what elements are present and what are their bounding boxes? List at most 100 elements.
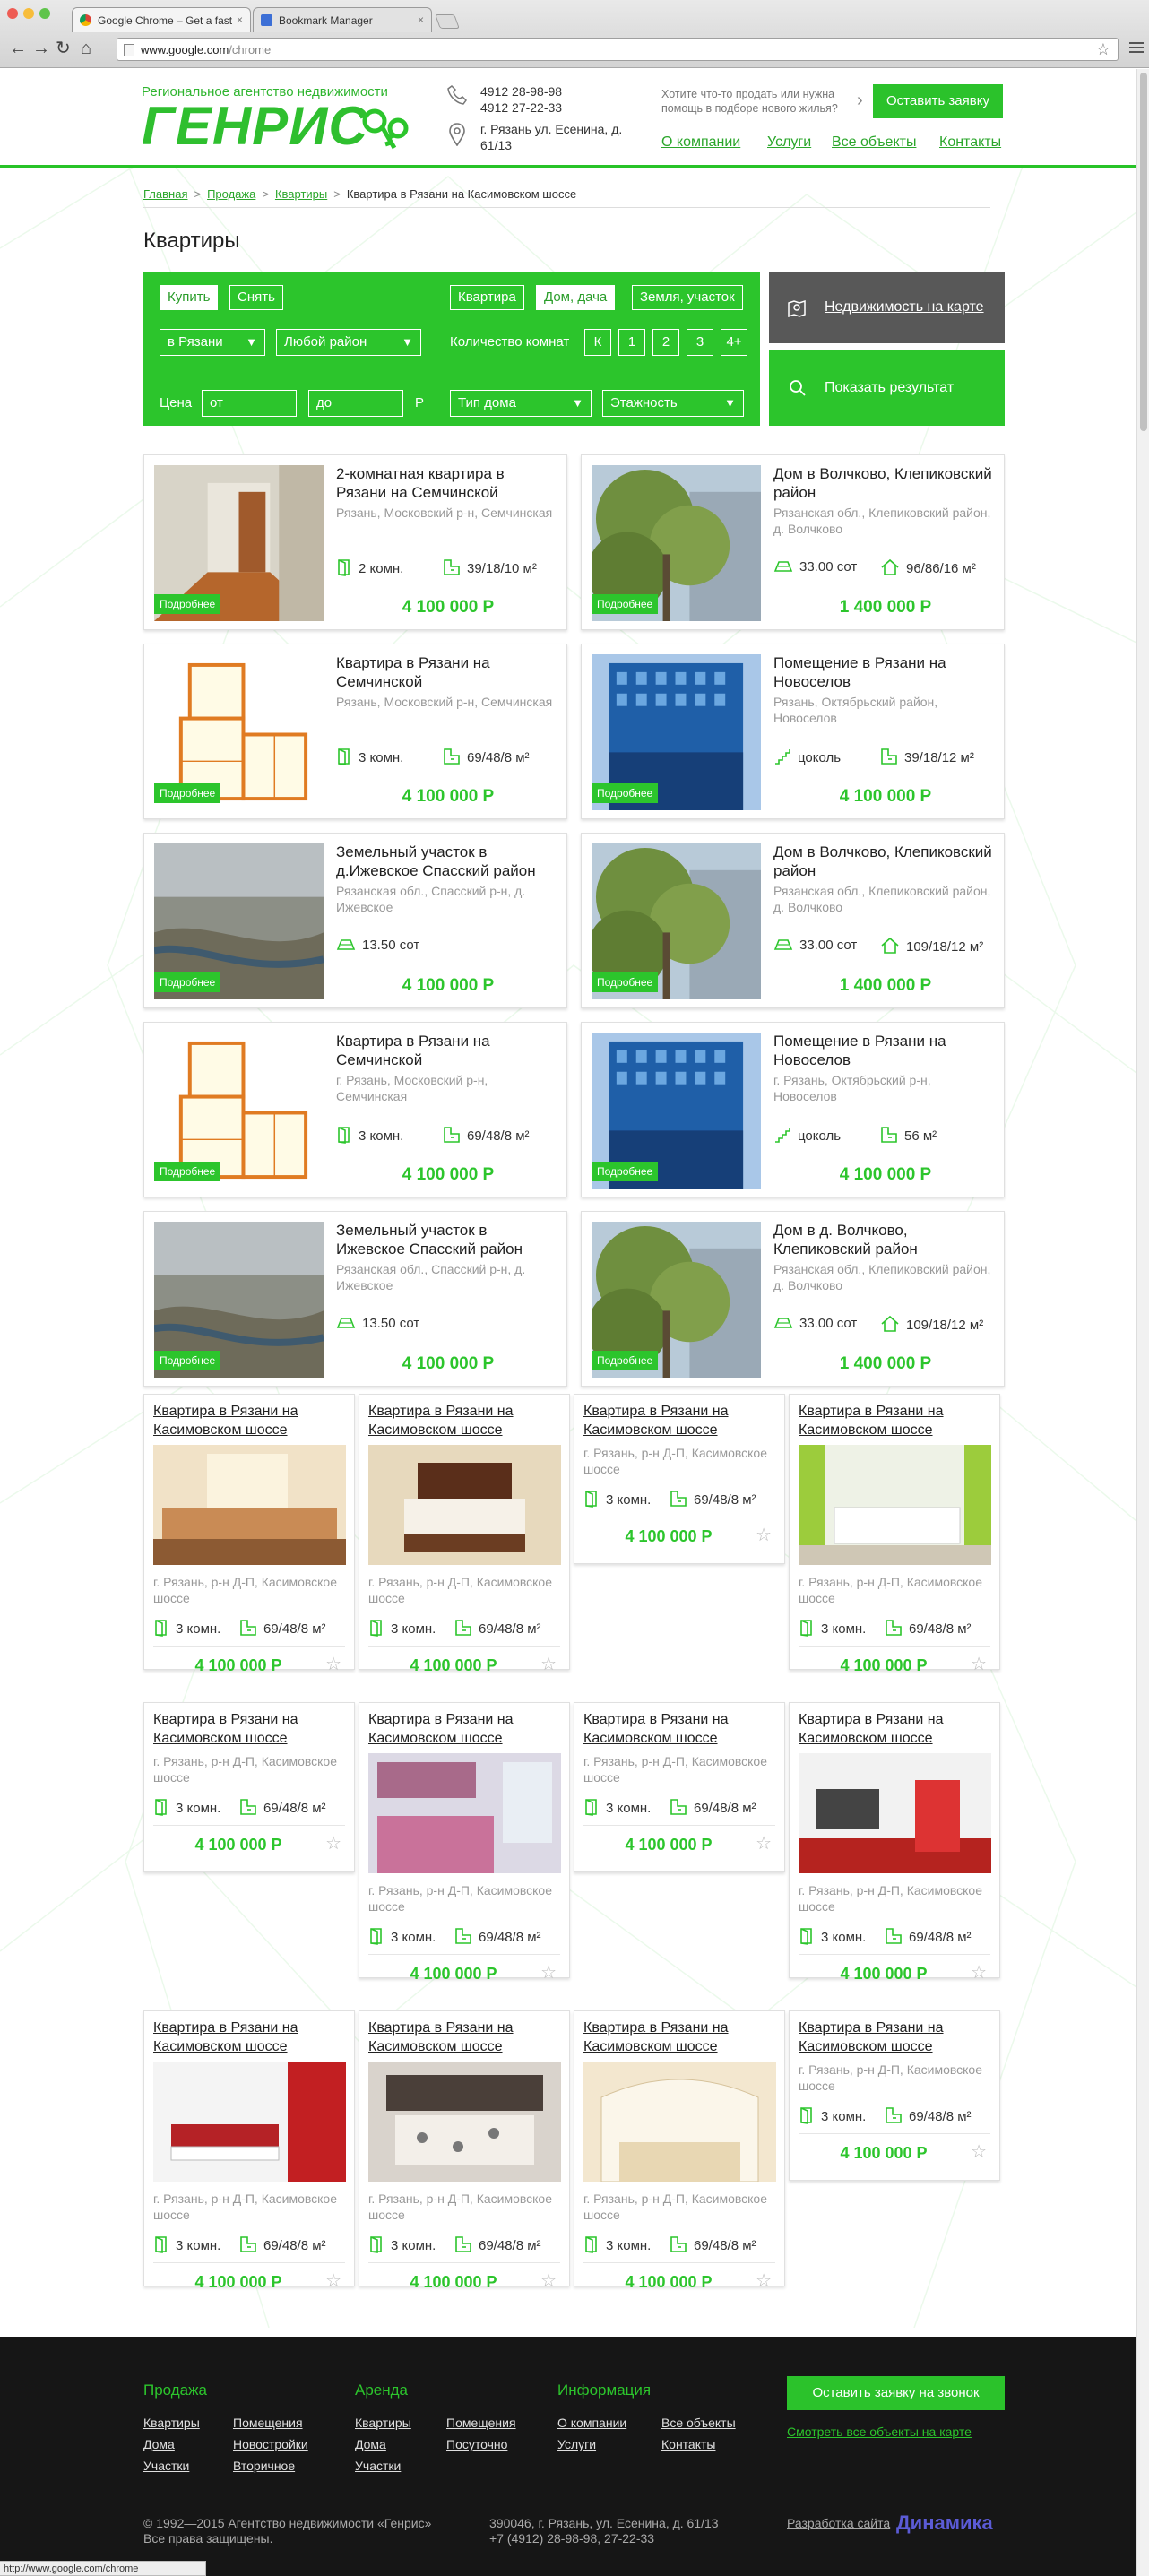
map-button[interactable]: Недвижимость на карте — [769, 272, 1005, 343]
maximize-window-icon[interactable] — [39, 8, 50, 19]
callback-request-button[interactable]: Оставить заявку на звонок — [787, 2376, 1005, 2410]
floors-select[interactable]: Этажность ▼ — [602, 390, 744, 417]
favorite-star-icon[interactable]: ☆ — [756, 1524, 772, 1546]
nav-all-objects[interactable]: Все объекты — [832, 134, 916, 151]
nav-about[interactable]: О компании — [661, 134, 740, 151]
rooms-studio-button[interactable]: К — [584, 329, 611, 356]
home-icon[interactable]: ⌂ — [81, 39, 91, 57]
listing-title[interactable]: Дом в д. Волчково, Клепиковский район — [773, 1221, 993, 1258]
favorite-star-icon[interactable]: ☆ — [325, 2269, 341, 2292]
listing-card[interactable]: Подробнее Квартира в Рязани на Семчинской… — [143, 1022, 567, 1197]
rooms-4plus-button[interactable]: 4+ — [721, 329, 747, 356]
favorite-star-icon[interactable]: ☆ — [971, 1653, 987, 1675]
breadcrumb-home[interactable]: Главная — [143, 187, 187, 201]
listing-title[interactable]: Помещение в Рязани на Новоселов — [773, 653, 993, 691]
listing-card[interactable]: Подробнее Дом в д. Волчково, Клепиковский… — [581, 1211, 1005, 1387]
listing-tile[interactable]: Квартира в Рязани на Касимовском шоссе г.… — [789, 1702, 1000, 1983]
listing-title[interactable]: Квартира в Рязани на Семчинской — [336, 653, 556, 691]
listing-card[interactable]: Подробнее Квартира в Рязани на Семчинской… — [143, 644, 567, 819]
listing-photo[interactable]: Подробнее — [154, 465, 324, 621]
listing-title[interactable]: Земельный участок в д.Ижевское Спасский … — [336, 843, 556, 880]
favorite-star-icon[interactable]: ☆ — [971, 1961, 987, 1984]
back-arrow-icon[interactable]: ← — [9, 39, 27, 57]
developer-link[interactable]: Разработка сайта — [787, 2516, 890, 2530]
favorite-star-icon[interactable]: ☆ — [756, 2269, 772, 2292]
listing-photo[interactable]: Подробнее — [592, 465, 761, 621]
type-house-toggle[interactable]: Дом, дача — [536, 285, 616, 310]
favorite-star-icon[interactable]: ☆ — [971, 2140, 987, 2163]
listing-title[interactable]: Дом в Волчково, Клепиковский район — [773, 843, 993, 880]
rooms-2-button[interactable]: 2 — [652, 329, 679, 356]
listing-card[interactable]: Подробнее Помещение в Рязани на Новоселов… — [581, 644, 1005, 819]
tab-google-chrome[interactable]: Google Chrome – Get a fast × — [72, 7, 251, 32]
tile-title[interactable]: Квартира в Рязани на Касимовском шоссе — [368, 1402, 566, 1439]
listing-photo[interactable]: Подробнее — [154, 654, 324, 810]
tile-photo[interactable] — [368, 2062, 561, 2182]
listing-title[interactable]: Квартира в Рязани на Семчинской — [336, 1032, 556, 1069]
more-button[interactable]: Подробнее — [592, 783, 659, 803]
footer-link-flats[interactable]: Квартиры — [143, 2416, 200, 2430]
address-bar[interactable]: www.google.com/chrome ☆ — [117, 38, 1119, 61]
more-button[interactable]: Подробнее — [592, 1351, 659, 1370]
footer-link-services[interactable]: Услуги — [557, 2437, 596, 2451]
more-button[interactable]: Подробнее — [592, 972, 659, 992]
breadcrumb-sale[interactable]: Продажа — [207, 187, 255, 201]
new-tab-button[interactable] — [435, 14, 460, 29]
rooms-1-button[interactable]: 1 — [618, 329, 645, 356]
type-land-toggle[interactable]: Земля, участок — [632, 285, 743, 310]
tile-photo[interactable] — [153, 2062, 346, 2182]
footer-link-houses[interactable]: Дома — [143, 2437, 175, 2451]
footer-link-daily[interactable]: Посуточно — [446, 2437, 507, 2451]
footer-link-new-buildings[interactable]: Новостройки — [233, 2437, 308, 2451]
developer-logo[interactable]: Динамика — [896, 2511, 993, 2535]
scrollbar-thumb[interactable] — [1140, 73, 1147, 431]
more-button[interactable]: Подробнее — [154, 1351, 221, 1370]
listing-card[interactable]: Подробнее Дом в Волчково, Клепиковский ра… — [581, 454, 1005, 630]
favorite-star-icon[interactable]: ☆ — [325, 1653, 341, 1675]
more-button[interactable]: Подробнее — [154, 594, 221, 614]
tile-title[interactable]: Квартира в Рязани на Касимовском шоссе — [153, 2018, 350, 2056]
nav-services[interactable]: Услуги — [767, 134, 811, 151]
listing-photo[interactable]: Подробнее — [154, 1222, 324, 1378]
bookmark-star-icon[interactable]: ☆ — [1096, 40, 1110, 59]
footer-link-rent-plots[interactable]: Участки — [355, 2459, 401, 2473]
listing-photo[interactable]: Подробнее — [154, 843, 324, 999]
tile-photo[interactable] — [368, 1445, 561, 1565]
close-tab-icon[interactable]: × — [418, 13, 424, 26]
more-button[interactable]: Подробнее — [154, 1162, 221, 1181]
close-tab-icon[interactable]: × — [237, 13, 243, 26]
favorite-star-icon[interactable]: ☆ — [540, 1961, 557, 1984]
listing-photo[interactable]: Подробнее — [592, 843, 761, 999]
tile-title[interactable]: Квартира в Рязани на Касимовском шоссе — [799, 2018, 996, 2056]
footer-link-secondary[interactable]: Вторичное — [233, 2459, 295, 2473]
buy-toggle[interactable]: Купить — [160, 285, 219, 310]
tile-title[interactable]: Квартира в Рязани на Касимовском шоссе — [368, 2018, 566, 2056]
listing-tile[interactable]: Квартира в Рязани на Касимовском шоссе г.… — [143, 1702, 355, 1872]
listing-photo[interactable]: Подробнее — [592, 1222, 761, 1378]
more-button[interactable]: Подробнее — [592, 1162, 659, 1181]
tile-title[interactable]: Квартира в Рязани на Касимовском шоссе — [153, 1402, 350, 1439]
chrome-menu-icon[interactable] — [1129, 39, 1144, 54]
listing-tile[interactable]: Квартира в Рязани на Касимовском шоссе г.… — [359, 1394, 570, 1674]
listing-tile[interactable]: Квартира в Рязани на Касимовском шоссе г.… — [143, 2010, 355, 2291]
rent-toggle[interactable]: Снять — [229, 285, 283, 310]
footer-link-rent-houses[interactable]: Дома — [355, 2437, 386, 2451]
favorite-star-icon[interactable]: ☆ — [540, 1653, 557, 1675]
rooms-3-button[interactable]: 3 — [687, 329, 713, 356]
tile-title[interactable]: Квартира в Рязани на Касимовском шоссе — [153, 1710, 350, 1748]
price-from-input[interactable]: от — [202, 390, 297, 417]
listing-tile[interactable]: Квартира в Рязани на Касимовском шоссе г.… — [359, 2010, 570, 2291]
listing-title[interactable]: Дом в Волчково, Клепиковский район — [773, 464, 993, 502]
leave-request-button[interactable]: Оставить заявку — [873, 84, 1003, 118]
reload-icon[interactable]: ↻ — [56, 39, 71, 57]
price-to-input[interactable]: до — [308, 390, 403, 417]
listing-card[interactable]: Подробнее Земельный участок в Ижевское Сп… — [143, 1211, 567, 1387]
tile-photo[interactable] — [368, 1753, 561, 1873]
footer-link-contacts[interactable]: Контакты — [661, 2437, 715, 2451]
close-window-icon[interactable] — [7, 8, 18, 19]
phone-2[interactable]: 4912 27-22-33 — [480, 99, 562, 116]
listing-tile[interactable]: Квартира в Рязани на Касимовском шоссе г.… — [789, 2010, 1000, 2181]
favorite-star-icon[interactable]: ☆ — [540, 2269, 557, 2292]
listing-title[interactable]: 2-комнатная квартира в Рязани на Семчинс… — [336, 464, 556, 502]
phone-1[interactable]: 4912 28-98-98 — [480, 83, 562, 99]
